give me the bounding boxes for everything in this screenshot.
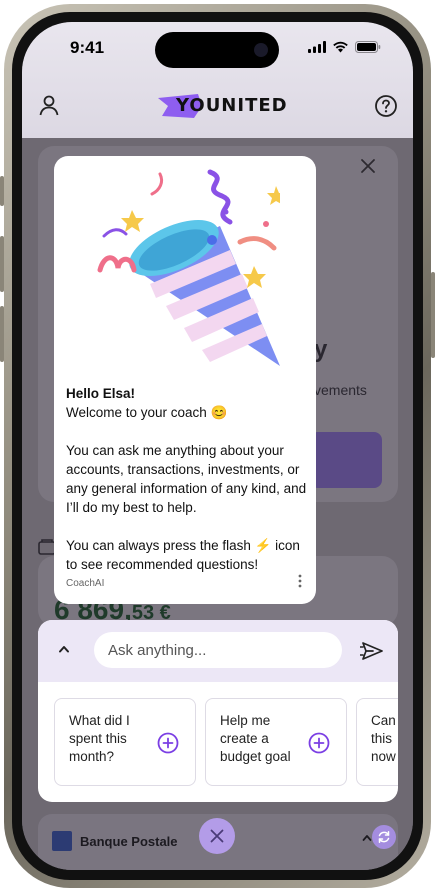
signal-icon bbox=[308, 41, 326, 53]
close-coach-button[interactable] bbox=[199, 818, 235, 854]
bank-logo bbox=[52, 831, 72, 851]
refresh-button[interactable] bbox=[372, 825, 396, 849]
suggestion-label: Can this now bbox=[371, 713, 396, 764]
suggestion-label: What did I spent this month? bbox=[69, 713, 130, 764]
action-button bbox=[0, 176, 4, 206]
power-button bbox=[431, 272, 435, 358]
suggestion-card[interactable]: Help me create a budget goal bbox=[205, 698, 347, 786]
suggestion-label: Help me create a budget goal bbox=[220, 713, 291, 764]
help-icon[interactable] bbox=[374, 94, 398, 118]
status-time: 9:41 bbox=[70, 38, 105, 57]
chevron-up-icon[interactable] bbox=[58, 644, 70, 654]
profile-icon[interactable] bbox=[38, 94, 60, 116]
greeting: Hello Elsa! bbox=[66, 386, 136, 401]
screen: 9:41 YOUNITED y vements 6 869,53 € Hello… bbox=[22, 22, 413, 870]
background-subtitle-fragment: vements bbox=[314, 382, 367, 398]
coach-label: CoachAI bbox=[66, 578, 105, 589]
suggested-questions: What did I spent this month? Help me cre… bbox=[54, 698, 398, 786]
volume-down-button bbox=[0, 306, 4, 362]
bank-name: Banque Postale bbox=[80, 834, 178, 849]
refresh-icon bbox=[378, 831, 390, 843]
camera-icon bbox=[254, 43, 268, 57]
add-circle-icon[interactable] bbox=[157, 732, 179, 754]
add-circle-icon[interactable] bbox=[308, 732, 330, 754]
coach-welcome-card: Hello Elsa! Welcome to your coach 😊 You … bbox=[54, 156, 316, 604]
chevron-up-icon[interactable] bbox=[362, 834, 372, 842]
party-popper-icon bbox=[97, 169, 280, 366]
background-button bbox=[310, 432, 382, 488]
battery-icon bbox=[355, 41, 381, 53]
suggestion-card[interactable]: Can this now bbox=[356, 698, 398, 786]
close-icon bbox=[210, 829, 224, 843]
volume-up-button bbox=[0, 236, 4, 292]
younited-logo: YOUNITED bbox=[158, 92, 287, 120]
background-title-fragment: y bbox=[314, 336, 328, 363]
wifi-icon bbox=[333, 41, 348, 53]
send-icon[interactable] bbox=[360, 641, 384, 661]
status-icons bbox=[308, 41, 381, 53]
assistant-panel: What did I spent this month? Help me cre… bbox=[38, 620, 398, 802]
background-close-icon bbox=[361, 159, 375, 173]
message-paragraph-2: You can always press the flash ⚡ icon to… bbox=[66, 538, 300, 572]
welcome-line: Welcome to your coach 😊 bbox=[66, 405, 228, 420]
logo-text: YOUNITED bbox=[176, 95, 288, 116]
ask-input[interactable] bbox=[94, 632, 342, 668]
message-paragraph-1: You can ask me anything about your accou… bbox=[66, 443, 307, 515]
coach-message: Hello Elsa! Welcome to your coach 😊 You … bbox=[66, 384, 308, 593]
suggestion-card[interactable]: What did I spent this month? bbox=[54, 698, 196, 786]
more-options-icon[interactable] bbox=[298, 574, 302, 588]
